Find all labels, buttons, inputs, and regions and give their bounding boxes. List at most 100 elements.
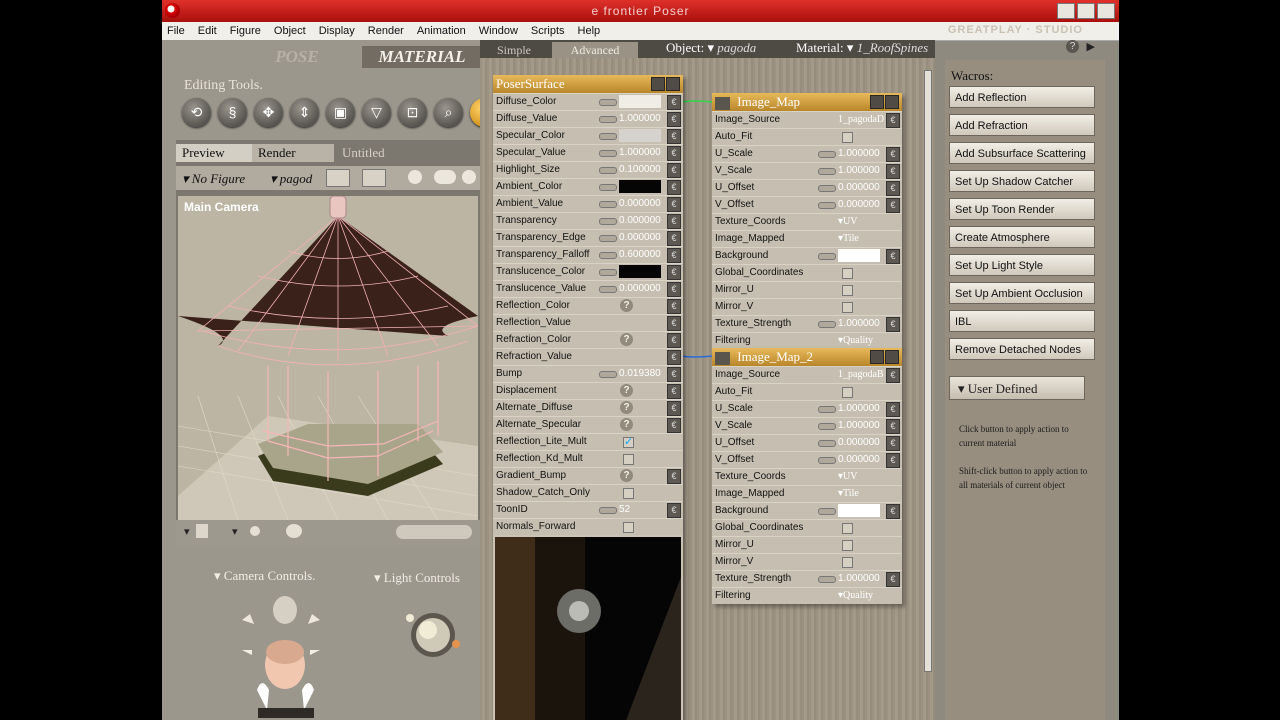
object-dropdown[interactable]: ▾ pagod [270,171,312,187]
tab-preview[interactable]: Preview [176,144,258,162]
trackball-icon[interactable] [408,170,422,184]
input-plug-icon[interactable]: € [886,419,900,434]
wacro-button-add-subsurface-scattering[interactable]: Add Subsurface Scattering [949,142,1095,164]
input-plug-icon[interactable]: € [667,469,681,484]
param-dropdown[interactable]: ▾Tile [838,231,859,247]
param-value[interactable]: 0.000000 [838,436,880,449]
node-collapse-icon[interactable] [870,350,884,364]
node-preview-icon[interactable] [666,77,680,91]
param-dropdown[interactable]: ▾UV [838,469,857,485]
param-checkbox[interactable] [623,434,634,450]
node-panel-scrollbar[interactable] [924,70,932,672]
move-xz-icon[interactable] [462,170,476,184]
param-value[interactable]: 0.019380 [619,367,661,380]
value-dial-icon[interactable] [818,253,836,260]
light-controls-label[interactable]: ▾ Light Controls [374,570,460,586]
value-dial-icon[interactable] [599,116,617,123]
twist-tool-icon[interactable]: § [218,98,247,127]
param-dropdown[interactable]: ▾Tile [838,486,859,502]
param-value[interactable]: 1.000000 [838,164,880,177]
node-preview-icon[interactable] [885,95,899,109]
value-dial-icon[interactable] [599,150,617,157]
input-plug-icon[interactable]: € [886,572,900,587]
value-dial-icon[interactable] [599,99,617,106]
param-checkbox[interactable] [623,522,634,533]
value-dial-icon[interactable] [818,508,836,515]
node-collapse-icon[interactable] [651,77,665,91]
input-plug-icon[interactable]: € [667,418,681,433]
input-plug-icon[interactable]: € [667,367,681,382]
input-plug-icon[interactable]: € [886,402,900,417]
image-source-value[interactable]: 1_pagodaD [838,112,884,128]
minimize-button[interactable] [1057,3,1075,19]
depth-cue-icon[interactable]: ▾ [232,525,238,538]
input-plug-icon[interactable]: € [667,112,681,127]
node-preview-icon[interactable] [885,350,899,364]
image-map-node-1[interactable]: Image_Map Image_Source 1_pagodaD € Auto_Fit… [712,93,902,349]
value-dial-icon[interactable] [599,286,617,293]
value-dial-icon[interactable] [818,168,836,175]
color-swatch[interactable] [619,180,661,193]
param-value[interactable]: 0.000000 [619,282,661,295]
shadow-icon[interactable] [250,526,260,536]
frame-icon[interactable] [362,169,386,187]
zoom-tool-icon[interactable]: ⌕ [434,98,463,127]
param-value[interactable]: 1.000000 [838,317,880,330]
input-plug-icon[interactable]: € [667,401,681,416]
wacro-button-set-up-shadow-catcher[interactable]: Set Up Shadow Catcher [949,170,1095,192]
poser-app-icon[interactable] [165,3,180,18]
param-checkbox[interactable] [842,540,853,551]
menu-window[interactable]: Window [474,25,526,37]
param-dropdown[interactable]: ▾Quality [838,333,873,349]
value-dial-icon[interactable] [599,201,617,208]
input-plug-icon[interactable]: € [886,113,900,128]
tab-untitled[interactable]: Untitled [336,144,418,162]
input-plug-icon[interactable]: € [886,181,900,196]
value-dial-icon[interactable] [818,457,836,464]
param-checkbox[interactable] [623,454,634,465]
color-swatch[interactable] [838,504,880,517]
param-value[interactable]: 0.100000 [619,163,661,176]
menu-help[interactable]: Help [573,25,609,37]
value-dial-icon[interactable] [818,406,836,413]
image-map-thumb-icon[interactable] [715,351,730,365]
input-plug-icon[interactable]: € [667,265,681,280]
menu-object[interactable]: Object [269,25,314,37]
close-button[interactable] [1097,3,1115,19]
input-plug-icon[interactable]: € [667,503,681,518]
color-swatch[interactable] [619,265,661,278]
input-plug-icon[interactable]: € [886,453,900,468]
param-value[interactable]: 1.000000 [838,402,880,415]
translate-in-out-icon[interactable]: ⇕ [290,98,319,127]
input-plug-icon[interactable]: € [886,368,900,383]
unknown-value-icon[interactable]: ? [620,333,633,346]
menu-file[interactable]: File [162,25,193,37]
input-plug-icon[interactable]: € [886,164,900,179]
wacro-button-set-up-light-style[interactable]: Set Up Light Style [949,254,1095,276]
camera-controls-label[interactable]: ▾ Camera Controls. [214,568,316,584]
wacro-button-create-atmosphere[interactable]: Create Atmosphere [949,226,1095,248]
input-plug-icon[interactable]: € [667,316,681,331]
input-plug-icon[interactable]: € [667,299,681,314]
unknown-value-icon[interactable]: ? [620,469,633,482]
input-plug-icon[interactable]: € [667,384,681,399]
input-plug-icon[interactable]: € [886,147,900,162]
input-plug-icon[interactable]: € [667,214,681,229]
param-checkbox[interactable] [842,285,853,296]
value-dial-icon[interactable] [599,371,617,378]
unknown-value-icon[interactable]: ? [620,299,633,312]
input-plug-icon[interactable]: € [667,282,681,297]
param-checkbox[interactable] [842,268,853,279]
rotate-tool-icon[interactable]: ⟲ [182,98,211,127]
input-plug-icon[interactable]: € [667,146,681,161]
help-icon[interactable]: ? [1066,40,1079,53]
color-swatch[interactable] [838,249,880,262]
param-checkbox[interactable] [623,488,634,499]
image-map-2-header[interactable]: Image_Map_2 [712,348,902,366]
wacro-button-add-refraction[interactable]: Add Refraction [949,114,1095,136]
value-dial-icon[interactable] [818,185,836,192]
param-value[interactable]: 0.000000 [838,453,880,466]
value-dial-icon[interactable] [818,576,836,583]
unknown-value-icon[interactable]: ? [620,384,633,397]
value-dial-icon[interactable] [599,218,617,225]
